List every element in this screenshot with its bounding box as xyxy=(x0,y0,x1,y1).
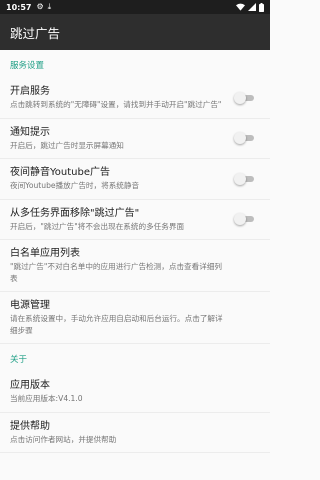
setting-power-management[interactable]: 电源管理 请在系统设置中，手动允许应用自启动和后台运行。点击了解详细步骤 xyxy=(0,292,270,344)
setting-app-version[interactable]: 应用版本 当前应用版本:V4.1.0 xyxy=(0,372,270,413)
app-toolbar: 跳过广告 xyxy=(0,14,270,50)
setting-summary: 夜间Youtube播放广告时，将系统静音 xyxy=(10,181,140,190)
setting-summary: 点击跳转到系统的"无障碍"设置，请找到并手动开启"跳过广告" xyxy=(10,100,222,109)
setting-title: 夜间静音Youtube广告 xyxy=(10,167,110,178)
setting-summary: 点击访问作者网站，并提供帮助 xyxy=(10,434,117,444)
wifi-icon xyxy=(236,3,245,11)
setting-title: 开启服务 xyxy=(10,86,50,97)
section-header-service: 服务设置 xyxy=(10,61,45,71)
setting-help[interactable]: 提供帮助 点击访问作者网站，并提供帮助 xyxy=(0,413,270,453)
battery-icon xyxy=(259,2,264,12)
toolbar-title: 跳过广告 xyxy=(10,25,61,41)
setting-title: 应用版本 xyxy=(10,380,50,391)
setting-summary: 请在系统设置中，手动允许应用自启动和后台运行。点击了解详细步骤 xyxy=(10,314,223,335)
setting-title: 从多任务界面移除"跳过广告" xyxy=(10,207,140,219)
setting-summary: 开启后，跳过广告时显示屏幕通知 xyxy=(10,140,124,150)
setting-summary: 开启后，"跳过广告"将不会出现在系统的多任务界面 xyxy=(10,221,185,231)
enable-service-switch[interactable] xyxy=(234,91,256,104)
setting-title: 通知提示 xyxy=(10,126,50,138)
setting-title: 白名单应用列表 xyxy=(10,248,80,259)
setting-title: 提供帮助 xyxy=(10,420,50,432)
setting-title: 电源管理 xyxy=(10,300,50,311)
download-icon: ⤓ xyxy=(47,2,52,11)
notification-switch[interactable] xyxy=(234,132,256,145)
settings-list: 服务设置 开启服务 点击跳转到系统的"无障碍"设置，请找到并手动开启"跳过广告"… xyxy=(0,50,270,453)
setting-notification[interactable]: 通知提示 开启后，跳过广告时显示屏幕通知 xyxy=(0,119,270,159)
gear-icon: ⚙ xyxy=(36,2,44,11)
setting-night-mute[interactable]: 夜间静音Youtube广告 夜间Youtube播放广告时，将系统静音 xyxy=(0,159,270,200)
status-time: 10:57 xyxy=(6,2,32,12)
hide-from-recents-switch[interactable] xyxy=(234,213,256,226)
setting-whitelist[interactable]: 白名单应用列表 "跳过广告"不对白名单中的应用进行广告检测，点击查看详细列表 xyxy=(0,240,270,292)
section-header-about: 关于 xyxy=(10,355,28,365)
signal-icon xyxy=(248,3,256,11)
setting-enable-service[interactable]: 开启服务 点击跳转到系统的"无障碍"设置，请找到并手动开启"跳过广告" xyxy=(0,78,270,119)
night-mute-switch[interactable] xyxy=(234,172,256,185)
setting-summary: 当前应用版本:V4.1.0 xyxy=(10,394,83,403)
status-bar: 10:57 ⚙ ⤓ xyxy=(0,0,270,14)
setting-hide-from-recents[interactable]: 从多任务界面移除"跳过广告" 开启后，"跳过广告"将不会出现在系统的多任务界面 xyxy=(0,200,270,240)
setting-summary: "跳过广告"不对白名单中的应用进行广告检测，点击查看详细列表 xyxy=(10,262,223,283)
